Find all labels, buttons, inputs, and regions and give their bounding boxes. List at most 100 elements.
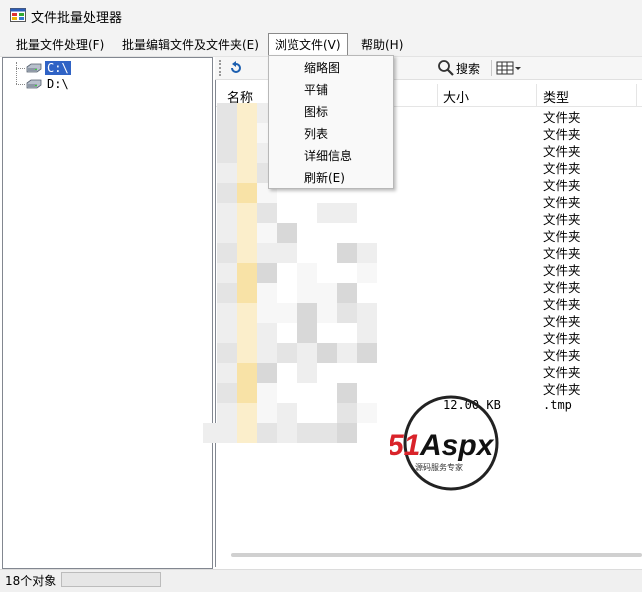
view-menu-details[interactable]: 详细信息 xyxy=(304,147,352,164)
blurred-file-name-block xyxy=(217,283,237,303)
blurred-file-name-block xyxy=(217,343,237,363)
blurred-file-name-block xyxy=(257,323,277,343)
blurred-file-name-block xyxy=(237,163,257,183)
blurred-file-name-block xyxy=(257,243,277,263)
blurred-file-name-block xyxy=(257,423,277,443)
folder-type-cell: 文件夹 xyxy=(543,382,581,397)
column-separator[interactable] xyxy=(437,84,438,106)
blurred-file-name-block xyxy=(277,303,297,323)
status-object-count: 18个对象 xyxy=(5,574,57,588)
app-window-icon xyxy=(10,8,26,22)
blurred-file-name-block xyxy=(357,243,377,263)
horizontal-scrollbar[interactable] xyxy=(231,553,642,557)
blurred-file-name-block xyxy=(237,103,257,123)
column-separator[interactable] xyxy=(536,84,537,106)
view-menu-list[interactable]: 列表 xyxy=(304,125,328,142)
menu-batch-file[interactable]: 批量文件处理(F) xyxy=(13,35,107,54)
blurred-file-name-block xyxy=(297,323,317,343)
view-menu-thumbnails[interactable]: 缩略图 xyxy=(304,59,340,76)
menu-browse-files[interactable]: 浏览文件(V) xyxy=(268,33,348,56)
status-progress-bar xyxy=(61,572,161,587)
blurred-file-name-block xyxy=(297,303,317,323)
window-title: 文件批量处理器 xyxy=(31,11,123,26)
blurred-file-name-block xyxy=(237,143,257,163)
blurred-file-name-block xyxy=(357,343,377,363)
toolbar-grip[interactable] xyxy=(219,60,223,76)
blurred-file-name-block xyxy=(217,123,237,143)
blurred-file-name-block xyxy=(217,263,237,283)
blurred-file-name-block xyxy=(237,223,257,243)
blurred-file-name-block xyxy=(357,303,377,323)
menu-help[interactable]: 帮助(H) xyxy=(358,35,406,54)
blurred-file-name-block xyxy=(237,363,257,383)
tree-node-drive-d[interactable]: D:\ xyxy=(3,76,103,92)
blurred-file-name-block xyxy=(257,363,277,383)
watermark-logo: 51 Aspx 源码服务专家 xyxy=(390,395,499,491)
menu-batch-edit[interactable]: 批量编辑文件及文件夹(E) xyxy=(119,35,262,54)
view-menu-icons[interactable]: 图标 xyxy=(304,103,328,120)
view-menu-dropdown: 缩略图 平铺 图标 列表 详细信息 刷新(E) xyxy=(268,55,394,189)
column-header-size[interactable]: 大小 xyxy=(443,87,469,106)
blurred-file-name-block xyxy=(237,243,257,263)
view-menu-refresh[interactable]: 刷新(E) xyxy=(304,169,345,186)
watermark-tagline: 源码服务专家 xyxy=(415,462,463,472)
blurred-file-name-block xyxy=(237,423,257,443)
undo-icon[interactable] xyxy=(227,60,245,76)
blurred-file-name-block xyxy=(217,103,237,123)
blurred-file-name-block xyxy=(257,283,277,303)
blurred-file-name-block xyxy=(337,403,357,423)
blurred-file-name-block xyxy=(237,403,257,423)
blurred-file-name-block xyxy=(203,423,217,443)
blurred-file-name-block xyxy=(357,263,377,283)
blurred-file-name-block xyxy=(257,403,277,423)
view-grid-icon[interactable] xyxy=(496,60,522,76)
blurred-file-name-block xyxy=(237,263,257,283)
blurred-file-name-block xyxy=(237,323,257,343)
view-menu-tiles[interactable]: 平铺 xyxy=(304,81,328,98)
blurred-file-name-block xyxy=(257,383,277,403)
blurred-file-name-block xyxy=(237,183,257,203)
blurred-file-name-block xyxy=(297,263,317,283)
blurred-file-name-block xyxy=(217,183,237,203)
tree-node-drive-c[interactable]: C:\ xyxy=(3,60,103,76)
blurred-file-name-block xyxy=(217,403,237,423)
blurred-file-name-block xyxy=(217,363,237,383)
column-separator[interactable] xyxy=(636,84,637,106)
blurred-file-name-block xyxy=(217,223,237,243)
tree-label-drive-d: D:\ xyxy=(47,77,69,91)
blurred-file-name-block xyxy=(257,223,277,243)
drive-tree[interactable]: C:\ D:\ xyxy=(2,57,213,569)
blurred-file-name-block xyxy=(357,403,377,423)
blurred-file-name-block xyxy=(277,243,297,263)
blurred-file-name-block xyxy=(217,323,237,343)
blurred-file-name-block xyxy=(217,243,237,263)
blurred-file-name-block xyxy=(297,343,317,363)
blurred-file-name-block xyxy=(317,343,337,363)
watermark-51: 51 xyxy=(390,429,420,462)
menu-bar: 批量文件处理(F) 批量编辑文件及文件夹(E) 浏览文件(V) 帮助(H) xyxy=(0,31,642,57)
blurred-file-name-block xyxy=(297,363,317,383)
blurred-file-name-block xyxy=(317,303,337,323)
blurred-file-name-block xyxy=(217,303,237,323)
blurred-file-name-block xyxy=(277,403,297,423)
blurred-file-name-block xyxy=(237,343,257,363)
blurred-file-name-block xyxy=(317,423,337,443)
file-type-cell: .tmp xyxy=(543,398,572,412)
search-button-label[interactable]: 搜索 xyxy=(456,60,480,77)
blurred-file-name-block xyxy=(277,343,297,363)
blurred-file-name-block xyxy=(297,283,317,303)
toolbar-separator xyxy=(491,60,492,76)
blurred-file-name-block xyxy=(217,143,237,163)
blurred-file-name-block xyxy=(257,263,277,283)
blurred-file-name-block xyxy=(337,423,357,443)
blurred-file-name-block xyxy=(257,303,277,323)
watermark-aspx: Aspx xyxy=(419,429,495,462)
column-header-type[interactable]: 类型 xyxy=(543,87,569,106)
tree-label-drive-c: C:\ xyxy=(45,61,71,75)
blurred-file-name-block xyxy=(217,423,237,443)
blurred-file-name-block xyxy=(337,303,357,323)
blurred-file-name-block xyxy=(297,423,317,443)
drive-icon xyxy=(26,63,42,73)
search-icon[interactable] xyxy=(437,59,455,77)
blurred-file-name-block xyxy=(257,203,277,223)
